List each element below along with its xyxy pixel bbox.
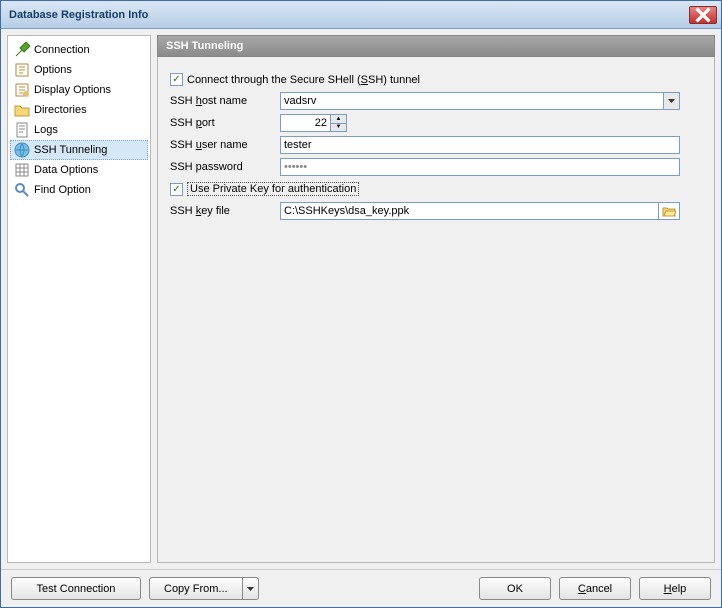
sidebar-item-label: Connection (34, 44, 90, 56)
user-label: SSH user name (170, 139, 280, 151)
copy-from-button[interactable]: Copy From... (149, 577, 242, 600)
key-file-row: SSH key file (170, 202, 702, 220)
directories-icon (14, 102, 30, 118)
dialog-window: Database Registration Info Connection Op… (0, 0, 722, 608)
host-label: SSH host name (170, 95, 280, 107)
main-panel: SSH Tunneling ✓ Connect through the Secu… (157, 35, 715, 563)
titlebar[interactable]: Database Registration Info (1, 1, 721, 29)
sidebar-item-options[interactable]: Options (10, 60, 148, 80)
footer: Test Connection Copy From... OK Cancel H… (1, 569, 721, 607)
content-area: Connection Options Display Options Direc… (1, 29, 721, 569)
sidebar-item-label: Directories (34, 104, 87, 116)
host-dropdown-button[interactable] (663, 92, 680, 110)
sidebar-item-label: Options (34, 64, 72, 76)
port-spin-down[interactable]: ▼ (330, 123, 347, 133)
key-file-browse-button[interactable] (658, 202, 680, 220)
sidebar-item-label: Logs (34, 124, 58, 136)
connect-through-row: ✓ Connect through the Secure SHell (SSH)… (170, 73, 702, 86)
use-private-key-row: ✓ Use Private Key for authentication (170, 182, 702, 196)
panel-body: ✓ Connect through the Secure SHell (SSH)… (157, 57, 715, 563)
chevron-down-icon (668, 99, 675, 103)
sidebar: Connection Options Display Options Direc… (7, 35, 151, 563)
find-icon (14, 182, 30, 198)
window-title: Database Registration Info (5, 9, 689, 21)
connect-through-checkbox[interactable]: ✓ (170, 73, 183, 86)
sidebar-item-directories[interactable]: Directories (10, 100, 148, 120)
ok-button[interactable]: OK (479, 577, 551, 600)
data-icon (14, 162, 30, 178)
cancel-button[interactable]: Cancel (559, 577, 631, 600)
copy-from-split: Copy From... (149, 577, 259, 600)
sidebar-item-find-option[interactable]: Find Option (10, 180, 148, 200)
port-input[interactable] (280, 114, 330, 132)
host-row: SSH host name (170, 92, 702, 110)
connect-through-label: Connect through the Secure SHell (SSH) t… (187, 74, 420, 86)
display-icon (14, 82, 30, 98)
key-file-input[interactable] (280, 202, 658, 220)
sidebar-item-logs[interactable]: Logs (10, 120, 148, 140)
use-private-key-label: Use Private Key for authentication (187, 182, 359, 196)
chevron-down-icon (247, 587, 254, 591)
connection-icon (14, 42, 30, 58)
password-row: SSH password (170, 158, 702, 176)
sidebar-item-label: Find Option (34, 184, 91, 196)
sidebar-item-connection[interactable]: Connection (10, 40, 148, 60)
close-button[interactable] (689, 6, 717, 24)
ssh-icon (14, 142, 30, 158)
close-icon (695, 7, 711, 23)
sidebar-item-display-options[interactable]: Display Options (10, 80, 148, 100)
password-input[interactable] (280, 158, 680, 176)
port-spin-up[interactable]: ▲ (330, 114, 347, 123)
folder-open-icon (662, 205, 676, 217)
key-file-field (280, 202, 680, 220)
user-row: SSH user name (170, 136, 702, 154)
port-label: SSH port (170, 117, 280, 129)
sidebar-item-label: Display Options (34, 84, 111, 96)
port-spinner: ▲ ▼ (280, 114, 348, 132)
host-combo (280, 92, 680, 110)
help-button[interactable]: Help (639, 577, 711, 600)
panel-title: SSH Tunneling (157, 35, 715, 57)
host-input[interactable] (280, 92, 663, 110)
use-private-key-checkbox[interactable]: ✓ (170, 183, 183, 196)
copy-from-dropdown[interactable] (242, 577, 259, 600)
key-file-label: SSH key file (170, 205, 280, 217)
logs-icon (14, 122, 30, 138)
password-label: SSH password (170, 161, 280, 173)
user-input[interactable] (280, 136, 680, 154)
sidebar-item-data-options[interactable]: Data Options (10, 160, 148, 180)
sidebar-item-label: Data Options (34, 164, 98, 176)
sidebar-item-label: SSH Tunneling (34, 144, 107, 156)
options-icon (14, 62, 30, 78)
test-connection-button[interactable]: Test Connection (11, 577, 141, 600)
sidebar-item-ssh-tunneling[interactable]: SSH Tunneling (10, 140, 148, 160)
port-row: SSH port ▲ ▼ (170, 114, 702, 132)
